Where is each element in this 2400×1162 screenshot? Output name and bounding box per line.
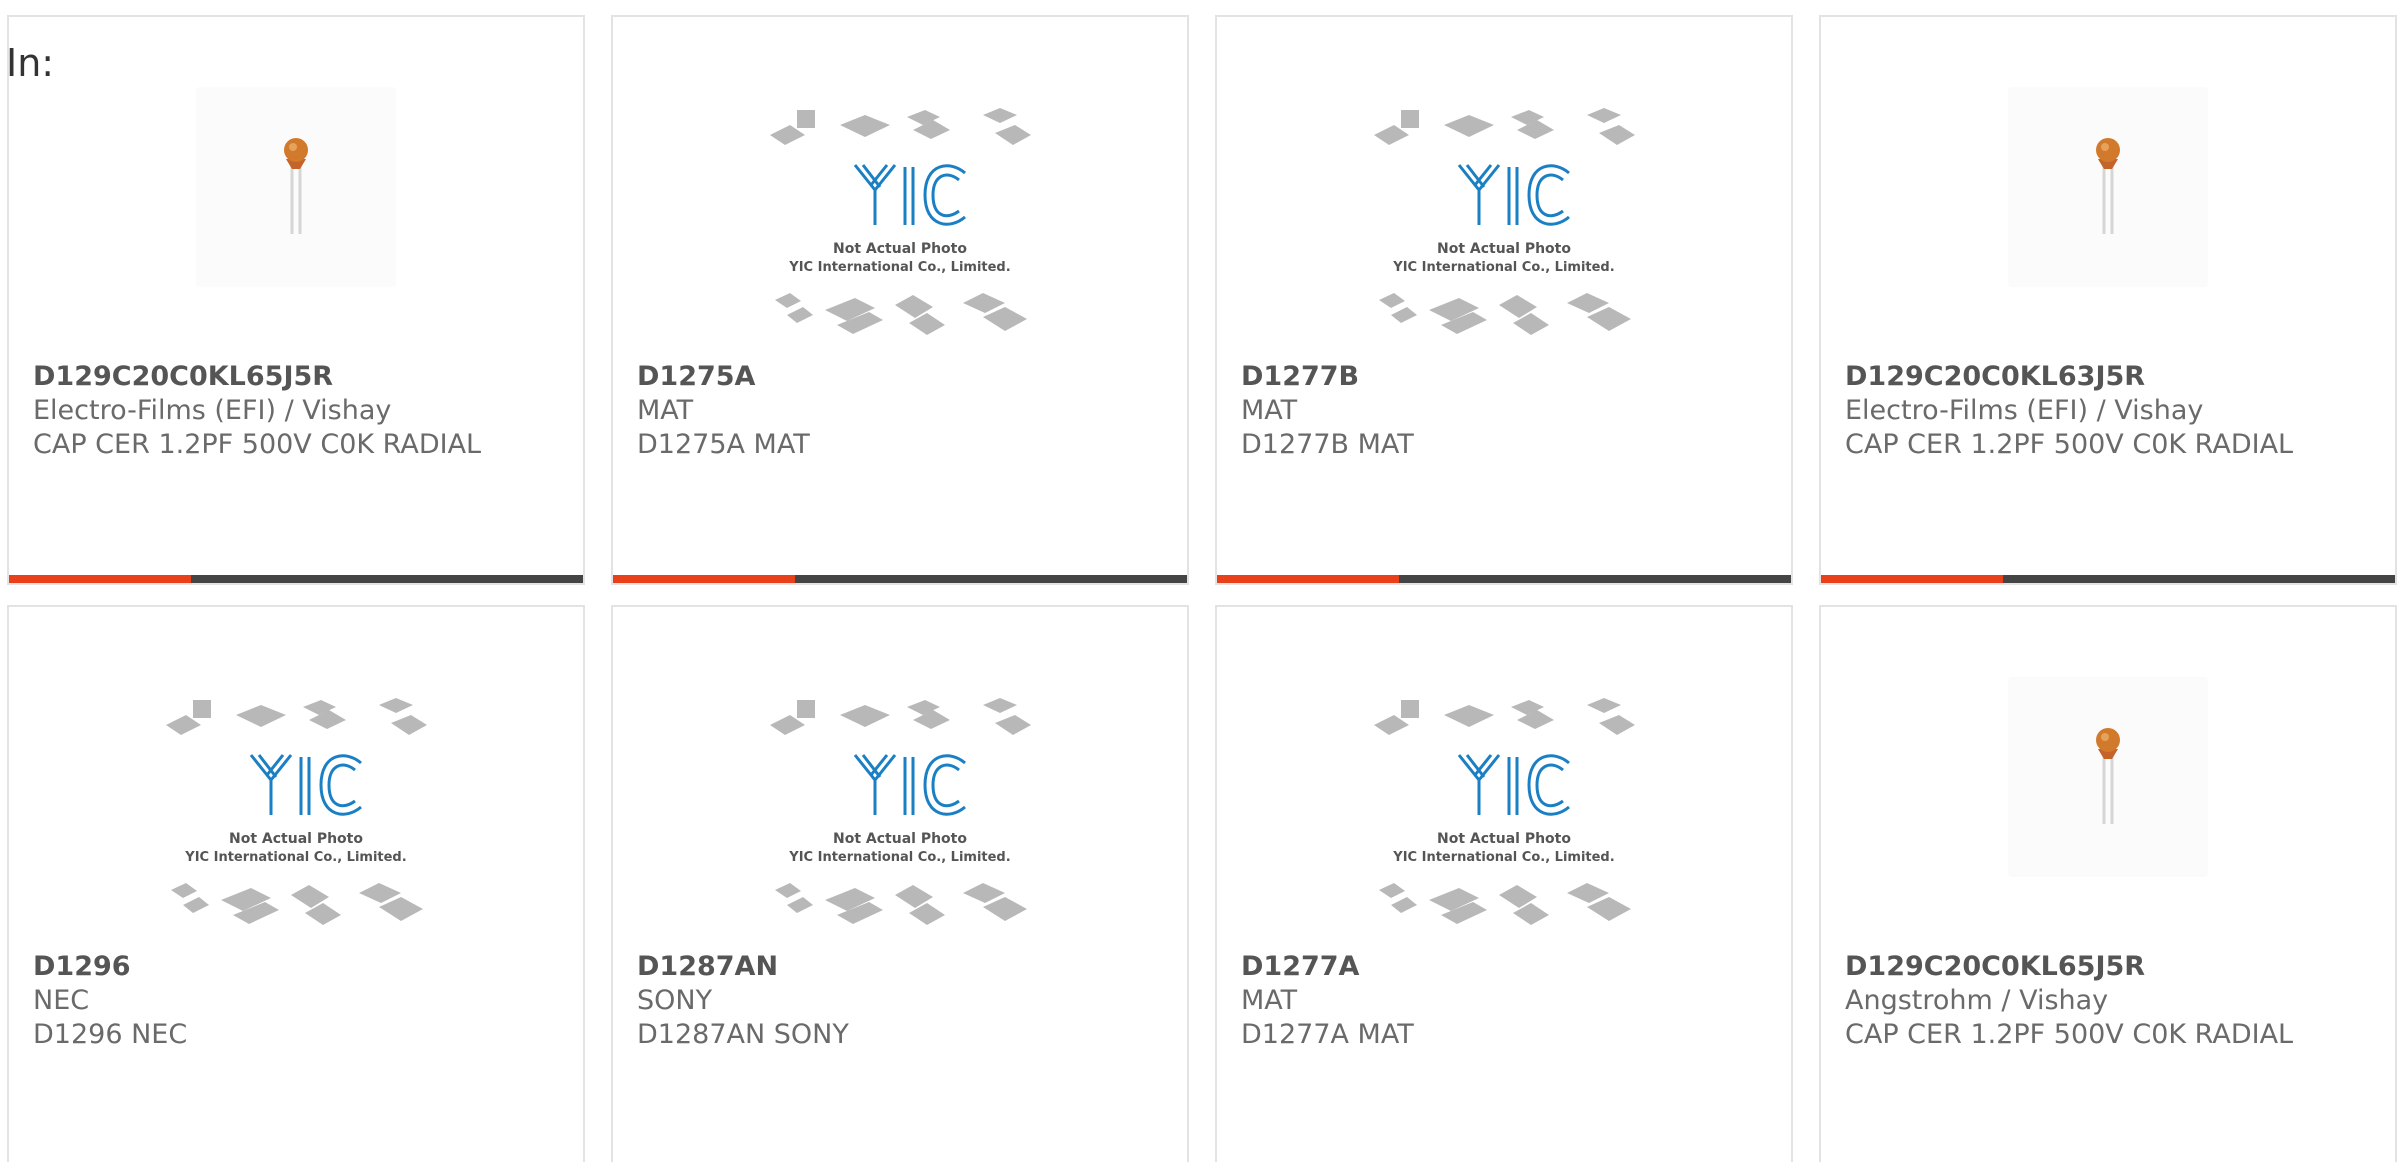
product-card[interactable]: D129C20C0KL65J5R Angstrohm / Vishay CAP … xyxy=(1819,605,2397,1162)
yic-line1: Not Actual Photo xyxy=(1437,241,1571,257)
yic-line1: Not Actual Photo xyxy=(833,831,967,847)
description: D1287AN SONY xyxy=(637,1019,849,1050)
manufacturer: NEC xyxy=(33,985,90,1016)
part-number[interactable]: D1275A xyxy=(637,360,1167,394)
manufacturer: SONY xyxy=(637,985,713,1016)
manufacturer: MAT xyxy=(1241,395,1298,426)
manufacturer: Angstrohm / Vishay xyxy=(1845,985,2109,1016)
capacitor-photo xyxy=(196,87,396,287)
description: CAP CER 1.2PF 500V C0K RADIAL xyxy=(33,429,482,460)
yic-placeholder-image: Not Actual Photo YIC International Co., … xyxy=(765,695,1035,935)
description: D1277B MAT xyxy=(1241,429,1414,460)
description: CAP CER 1.2PF 500V C0K RADIAL xyxy=(1845,429,2294,460)
part-number[interactable]: D1287AN xyxy=(637,950,1167,984)
description: D1296 NEC xyxy=(33,1019,188,1050)
part-number[interactable]: D129C20C0KL63J5R xyxy=(1845,360,2375,394)
card-bar xyxy=(9,575,583,583)
card-bar xyxy=(1217,575,1791,583)
product-card[interactable]: Not Actual Photo YIC International Co., … xyxy=(1215,605,1793,1162)
part-number[interactable]: D129C20C0KL65J5R xyxy=(33,360,563,394)
yic-line2: YIC International Co., Limited. xyxy=(1392,850,1614,865)
yic-line2: YIC International Co., Limited. xyxy=(788,260,1010,275)
yic-line2: YIC International Co., Limited. xyxy=(1392,260,1614,275)
product-card[interactable]: Not Actual Photo YIC International Co., … xyxy=(7,605,585,1162)
manufacturer: Electro-Films (EFI) / Vishay xyxy=(33,395,392,426)
yic-line1: Not Actual Photo xyxy=(1437,831,1571,847)
in-label: In: xyxy=(6,41,55,85)
part-number[interactable]: D1296 xyxy=(33,950,563,984)
card-bar-accent xyxy=(9,575,191,583)
product-card[interactable]: Not Actual Photo YIC International Co., … xyxy=(611,15,1189,585)
yic-placeholder-image: Not Actual Photo YIC International Co., … xyxy=(161,695,431,935)
product-card[interactable]: D129C20C0KL63J5R Electro-Films (EFI) / V… xyxy=(1819,15,2397,585)
yic-line2: YIC International Co., Limited. xyxy=(788,850,1010,865)
yic-placeholder-image: Not Actual Photo YIC International Co., … xyxy=(1369,105,1639,345)
product-card[interactable]: Not Actual Photo YIC International Co., … xyxy=(611,605,1189,1162)
card-bar xyxy=(613,575,1187,583)
manufacturer: MAT xyxy=(637,395,694,426)
product-card[interactable]: Not Actual Photo YIC International Co., … xyxy=(1215,15,1793,585)
part-number[interactable]: D1277A xyxy=(1241,950,1771,984)
description: D1277A MAT xyxy=(1241,1019,1414,1050)
manufacturer: MAT xyxy=(1241,985,1298,1016)
description: D1275A MAT xyxy=(637,429,810,460)
manufacturer: Electro-Films (EFI) / Vishay xyxy=(1845,395,2204,426)
description: CAP CER 1.2PF 500V C0K RADIAL xyxy=(1845,1019,2294,1050)
card-bar-accent xyxy=(1821,575,2003,583)
yic-line1: Not Actual Photo xyxy=(833,241,967,257)
yic-placeholder-image: Not Actual Photo YIC International Co., … xyxy=(1369,695,1639,935)
yic-line1: Not Actual Photo xyxy=(229,831,363,847)
capacitor-photo xyxy=(2008,87,2208,287)
card-bar-accent xyxy=(1217,575,1399,583)
part-number[interactable]: D129C20C0KL65J5R xyxy=(1845,950,2375,984)
product-grid-page: In: D129C20C0KL65J5R Electro-Films (EFI)… xyxy=(0,0,2400,1162)
capacitor-photo xyxy=(2008,677,2208,877)
card-bar-accent xyxy=(613,575,795,583)
product-card[interactable]: D129C20C0KL65J5R Electro-Films (EFI) / V… xyxy=(7,15,585,585)
card-bar xyxy=(1821,575,2395,583)
yic-line2: YIC International Co., Limited. xyxy=(184,850,406,865)
part-number[interactable]: D1277B xyxy=(1241,360,1771,394)
yic-placeholder-image: Not Actual Photo YIC International Co., … xyxy=(765,105,1035,345)
